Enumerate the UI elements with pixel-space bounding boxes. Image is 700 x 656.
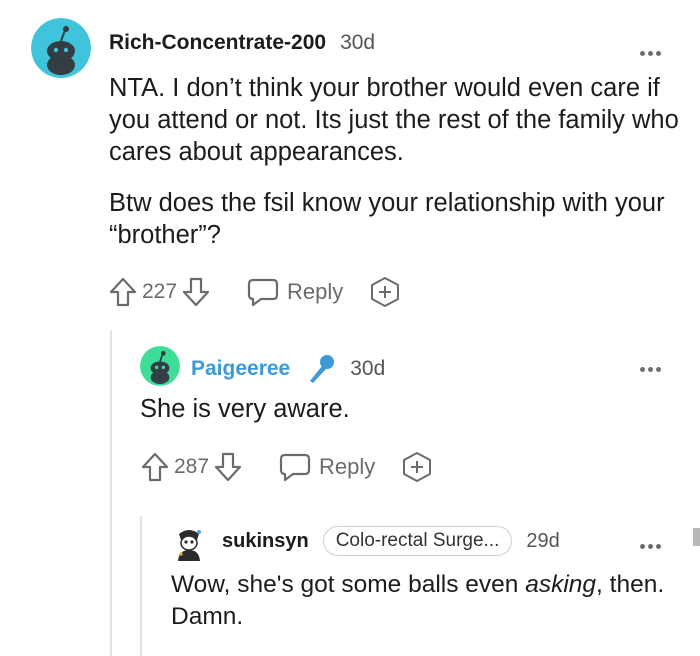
reply-button[interactable]: Reply [279, 452, 375, 482]
vote-count: 287 [174, 455, 210, 478]
comment-body: Wow, she's got some balls even asking, t… [171, 569, 671, 633]
comment-body: NTA. I don’t think your brother would ev… [109, 72, 679, 251]
award-button[interactable] [401, 451, 433, 483]
downvote-icon[interactable] [181, 276, 211, 308]
comment-header: Paigeeree 30d [191, 353, 385, 385]
scrollbar-thumb[interactable] [693, 528, 700, 546]
downvote-icon[interactable] [213, 451, 243, 483]
comment-paragraph: Wow, she's got some balls even asking, t… [171, 569, 671, 633]
reply-label: Reply [319, 454, 376, 479]
username[interactable]: Paigeeree [191, 357, 290, 381]
upvote-icon[interactable] [108, 276, 138, 308]
comment-age: 30d [340, 31, 376, 54]
comment-age: 29d [526, 529, 560, 552]
award-icon [369, 276, 401, 308]
thread-line[interactable] [140, 516, 142, 656]
thread-line[interactable] [110, 330, 112, 656]
award-button[interactable] [369, 276, 401, 308]
comment-actions: 227 Reply [108, 276, 401, 308]
comment-body: She is very aware. [140, 393, 670, 425]
comment-actions: 287 Reply [140, 451, 433, 483]
more-options-icon[interactable] [640, 535, 664, 549]
award-icon [401, 451, 433, 483]
vote-count: 227 [142, 280, 178, 303]
comment-paragraph: She is very aware. [140, 395, 350, 423]
upvote-icon[interactable] [140, 451, 170, 483]
avatar[interactable] [140, 346, 180, 386]
avatar[interactable] [171, 524, 207, 562]
comment-header: sukinsyn Colo-rectal Surge... 29d [222, 526, 560, 556]
avatar[interactable] [31, 18, 91, 78]
microphone-icon [306, 353, 336, 385]
reply-label: Reply [287, 279, 344, 304]
username[interactable]: Rich-Concentrate-200 [109, 31, 326, 55]
reply-button[interactable]: Reply [247, 277, 343, 307]
comment-paragraph: NTA. I don’t think your brother would ev… [109, 74, 679, 166]
comment-paragraph: Btw does the fsil know your relationship… [109, 189, 665, 249]
comment-thread: Rich-Concentrate-200 30d NTA. I don’t th… [0, 0, 700, 656]
comment-age: 30d [350, 357, 386, 380]
chat-bubble-icon [279, 452, 311, 482]
more-options-icon[interactable] [640, 358, 664, 372]
username[interactable]: sukinsyn [222, 530, 309, 553]
comment-text: Wow, she's got some balls even [171, 571, 526, 598]
emphasized-text: asking [525, 571, 597, 598]
chat-bubble-icon [247, 277, 279, 307]
user-flair: Colo-rectal Surge... [322, 526, 513, 556]
more-options-icon[interactable] [640, 42, 664, 56]
comment-header: Rich-Concentrate-200 30d [109, 31, 375, 55]
